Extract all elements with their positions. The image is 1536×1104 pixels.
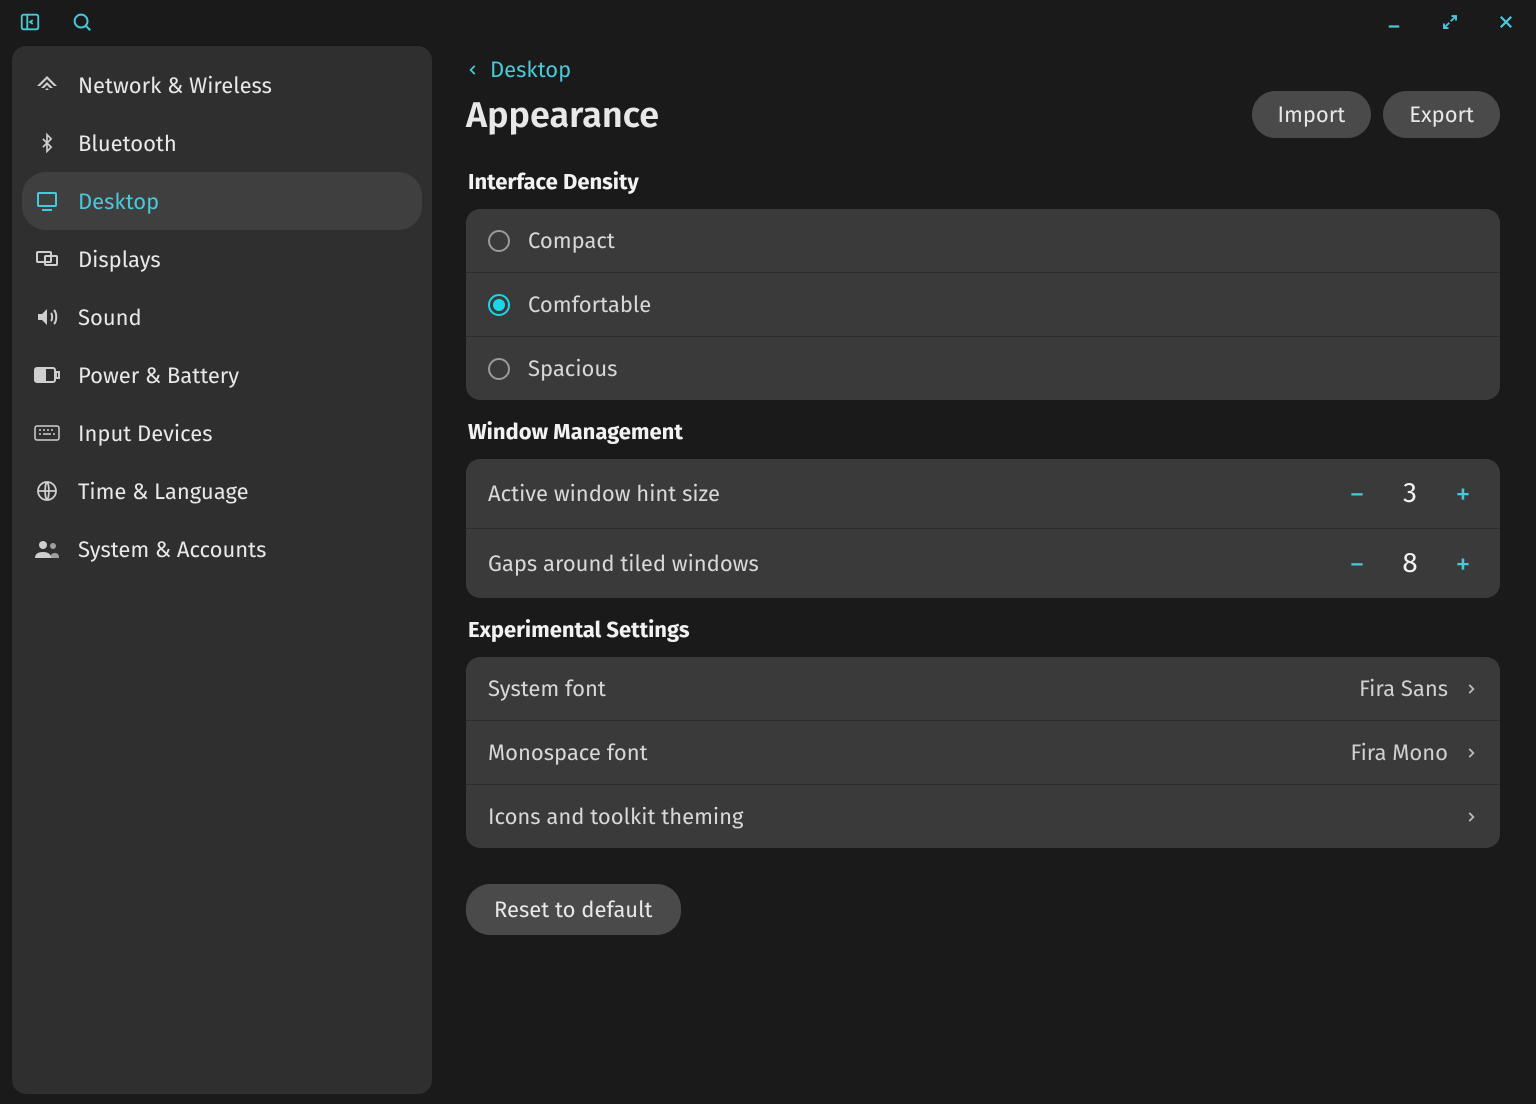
close-icon[interactable] xyxy=(1492,8,1520,36)
sidebar-item-time[interactable]: Time & Language xyxy=(22,462,422,520)
row-label: Icons and toolkit theming xyxy=(488,803,743,830)
row-label: Active window hint size xyxy=(488,480,720,507)
section-title-experimental: Experimental Settings xyxy=(468,616,1500,643)
sidebar-item-displays[interactable]: Displays xyxy=(22,230,422,288)
sidebar-item-label: Power & Battery xyxy=(78,362,239,389)
increment-button[interactable]: + xyxy=(1448,549,1478,579)
globe-icon xyxy=(32,476,62,506)
window-management-panel: Active window hint size − 3 + Gaps aroun… xyxy=(466,459,1500,598)
displays-icon xyxy=(32,244,62,274)
desktop-icon xyxy=(32,186,62,216)
sound-icon xyxy=(32,302,62,332)
titlebar xyxy=(12,10,1524,46)
row-label: Gaps around tiled windows xyxy=(488,550,759,577)
row-value: Fira Sans xyxy=(1359,675,1448,702)
reset-button[interactable]: Reset to default xyxy=(466,884,681,935)
wifi-icon xyxy=(32,70,62,100)
breadcrumb-label: Desktop xyxy=(490,56,571,83)
chevron-right-icon xyxy=(1464,807,1478,827)
radio-label: Spacious xyxy=(528,355,617,382)
density-option-compact[interactable]: Compact xyxy=(466,209,1500,273)
decrement-button[interactable]: − xyxy=(1342,549,1372,579)
sidebar-item-label: Displays xyxy=(78,246,161,273)
hint-size-stepper: − 3 + xyxy=(1342,477,1478,510)
sidebar-item-label: Input Devices xyxy=(78,420,212,447)
section-title-window: Window Management xyxy=(468,418,1500,445)
sidebar-item-bluetooth[interactable]: Bluetooth xyxy=(22,114,422,172)
radio-label: Comfortable xyxy=(528,291,651,318)
sidebar-item-label: System & Accounts xyxy=(78,536,266,563)
radio-label: Compact xyxy=(528,227,615,254)
sidebar-item-network[interactable]: Network & Wireless xyxy=(22,56,422,114)
collapse-sidebar-icon[interactable] xyxy=(16,8,44,36)
row-monospace-font[interactable]: Monospace font Fira Mono xyxy=(466,721,1500,785)
page-title: Appearance xyxy=(466,93,659,137)
density-option-spacious[interactable]: Spacious xyxy=(466,337,1500,400)
sidebar-item-input[interactable]: Input Devices xyxy=(22,404,422,462)
sidebar-item-sound[interactable]: Sound xyxy=(22,288,422,346)
sidebar-item-label: Desktop xyxy=(78,188,159,215)
chevron-right-icon xyxy=(1464,679,1478,699)
row-system-font[interactable]: System font Fira Sans xyxy=(466,657,1500,721)
sidebar-item-label: Network & Wireless xyxy=(78,72,272,99)
section-title-density: Interface Density xyxy=(468,168,1500,195)
row-value: Fira Mono xyxy=(1351,739,1448,766)
density-option-comfortable[interactable]: Comfortable xyxy=(466,273,1500,337)
breadcrumb[interactable]: Desktop xyxy=(466,56,571,83)
experimental-panel: System font Fira Sans Monospace font Fir… xyxy=(466,657,1500,848)
sidebar-item-desktop[interactable]: Desktop xyxy=(22,172,422,230)
row-hint-size: Active window hint size − 3 + xyxy=(466,459,1500,529)
export-button[interactable]: Export xyxy=(1383,91,1500,138)
power-icon xyxy=(32,360,62,390)
stepper-value: 3 xyxy=(1400,477,1420,510)
maximize-icon[interactable] xyxy=(1436,8,1464,36)
minimize-icon[interactable] xyxy=(1380,8,1408,36)
sidebar-item-label: Time & Language xyxy=(78,478,249,505)
sidebar-item-power[interactable]: Power & Battery xyxy=(22,346,422,404)
row-icons-theming[interactable]: Icons and toolkit theming xyxy=(466,785,1500,848)
sidebar: Network & Wireless Bluetooth Desktop Dis… xyxy=(12,46,432,1094)
decrement-button[interactable]: − xyxy=(1342,479,1372,509)
sidebar-item-label: Bluetooth xyxy=(78,130,177,157)
gaps-stepper: − 8 + xyxy=(1342,547,1478,580)
chevron-right-icon xyxy=(1464,743,1478,763)
stepper-value: 8 xyxy=(1400,547,1420,580)
radio-icon xyxy=(488,230,510,252)
increment-button[interactable]: + xyxy=(1448,479,1478,509)
bluetooth-icon xyxy=(32,128,62,158)
users-icon xyxy=(32,534,62,564)
density-panel: Compact Comfortable Spacious xyxy=(466,209,1500,400)
chevron-left-icon xyxy=(466,60,480,80)
search-icon[interactable] xyxy=(68,8,96,36)
row-label: Monospace font xyxy=(488,739,648,766)
row-gaps: Gaps around tiled windows − 8 + xyxy=(466,529,1500,598)
keyboard-icon xyxy=(32,418,62,448)
main-content: Desktop Appearance Import Export Interfa… xyxy=(456,46,1524,1094)
radio-icon xyxy=(488,358,510,380)
sidebar-item-system[interactable]: System & Accounts xyxy=(22,520,422,578)
row-label: System font xyxy=(488,675,606,702)
sidebar-item-label: Sound xyxy=(78,304,142,331)
radio-icon xyxy=(488,294,510,316)
import-button[interactable]: Import xyxy=(1252,91,1372,138)
